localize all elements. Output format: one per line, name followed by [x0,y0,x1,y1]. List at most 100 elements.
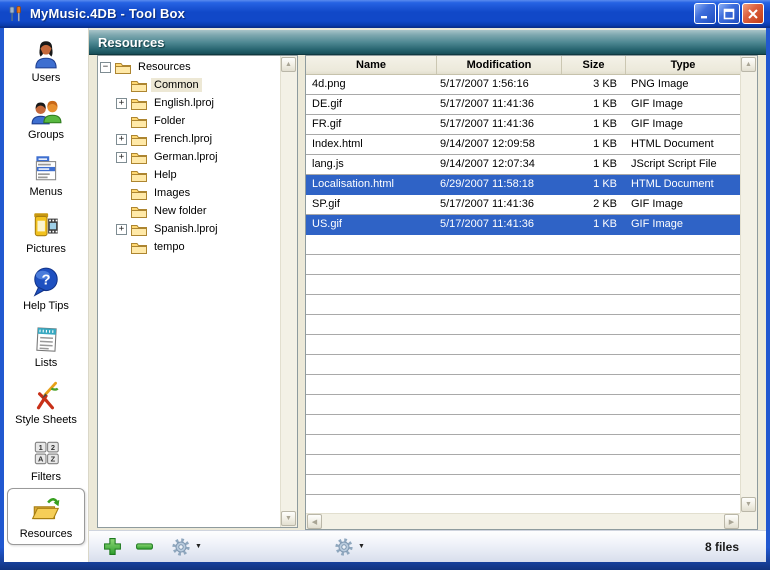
page-title: Resources [98,35,164,50]
tree-item-images[interactable]: Images [98,184,280,202]
table-row[interactable]: 4d.png5/17/2007 1:56:163 KBPNG Image [306,75,740,95]
tree-item-label[interactable]: Help [151,168,180,182]
tree-item-label[interactable]: Images [151,186,193,200]
tree-item-label[interactable]: French.lproj [151,132,215,146]
titlebar[interactable]: MyMusic.4DB - Tool Box [0,0,770,28]
table-row-selected[interactable]: Localisation.html6/29/2007 11:58:181 KBH… [306,175,740,195]
minus-icon [135,537,154,556]
tree-item-spanish-lproj[interactable]: + Spanish.lproj [98,220,280,238]
sidebar-item-label: Menus [29,186,62,198]
expand-plus-icon[interactable]: + [116,224,127,235]
table-row[interactable]: DE.gif5/17/2007 11:41:361 KBGIF Image [306,95,740,115]
sidebar-item-lists[interactable]: Lists [7,317,85,374]
expand-plus-icon[interactable]: + [116,152,127,163]
sidebar-item-groups[interactable]: Groups [7,89,85,146]
tree-item-tempo[interactable]: tempo [98,238,280,256]
close-button[interactable] [742,3,764,24]
tree-item-common[interactable]: Common [98,76,280,94]
content-area: Resources − Resources Common + Engl [89,28,766,562]
dropdown-arrow-icon: ▼ [195,543,202,550]
sidebar-item-menus[interactable]: Menus [7,146,85,203]
folder-tree-panel: − Resources Common + English.lproj [97,55,298,528]
tree-item-help[interactable]: Help [98,166,280,184]
folder-icon [131,205,147,218]
close-icon [747,8,759,20]
tree-vertical-scrollbar[interactable]: ▲ ▼ [280,56,297,527]
column-header-name[interactable]: Name [306,56,437,74]
file-list: 4d.png5/17/2007 1:56:163 KBPNG Image DE.… [306,75,740,513]
sidebar-item-resources[interactable]: Resources [7,488,85,545]
toolbox-app-icon [7,5,25,23]
tree-item-new-folder[interactable]: New folder [98,202,280,220]
folder-icon [131,223,147,236]
svg-text:1: 1 [39,442,43,451]
tree-actions-menu-button[interactable]: ▼ [171,537,202,557]
scroll-right-icon[interactable]: ▶ [724,514,739,529]
column-header-modification[interactable]: Modification [437,56,562,74]
folder-icon [131,133,147,146]
scroll-down-icon[interactable]: ▼ [281,511,296,526]
folder-icon [131,97,147,110]
file-list-panel: Name Modification Size Type 4d.png5/17/2… [305,55,758,530]
bottom-toolbar: ▼ ▼ 8 files [89,530,766,562]
table-row[interactable]: Index.html9/14/2007 12:09:581 KBHTML Doc… [306,135,740,155]
folder-tree: − Resources Common + English.lproj [98,58,280,527]
sidebar-item-label: Resources [20,528,73,540]
table-header: Name Modification Size Type [306,56,740,75]
collapse-minus-icon[interactable]: − [100,62,111,73]
expand-plus-icon[interactable]: + [116,134,127,145]
column-header-type[interactable]: Type [626,56,740,74]
table-row-selected[interactable]: US.gif5/17/2007 11:41:361 KBGIF Image [306,215,740,235]
folder-icon [115,61,131,74]
sidebar-item-style-sheets[interactable]: Style Sheets [7,374,85,431]
tree-item-label[interactable]: German.lproj [151,150,221,164]
sidebar-item-label: Users [32,72,61,84]
tree-item-german-lproj[interactable]: + German.lproj [98,148,280,166]
minimize-button[interactable] [694,3,716,24]
scroll-up-icon[interactable]: ▲ [281,57,296,72]
sidebar-item-label: Pictures [26,243,66,255]
users-icon [30,38,62,70]
table-row[interactable]: lang.js9/14/2007 12:07:341 KBJScript Scr… [306,155,740,175]
sidebar-item-label: Help Tips [23,300,69,312]
sidebar-item-users[interactable]: Users [7,32,85,89]
lists-icon [30,323,62,355]
list-actions-menu-button[interactable]: ▼ [334,537,365,557]
sidebar-item-pictures[interactable]: Pictures [7,203,85,260]
app-window: MyMusic.4DB - Tool Box Users [0,0,770,570]
svg-text:A: A [38,454,44,463]
tree-item-label[interactable]: Spanish.lproj [151,222,221,236]
menus-icon [30,152,62,184]
table-row[interactable]: FR.gif5/17/2007 11:41:361 KBGIF Image [306,115,740,135]
sidebar-item-help-tips[interactable]: ? Help Tips [7,260,85,317]
add-button[interactable] [103,537,122,556]
scroll-up-icon[interactable]: ▲ [741,57,756,72]
table-horizontal-scrollbar[interactable]: ◀ ▶ [306,513,740,529]
tree-item-resources[interactable]: − Resources [98,58,280,76]
table-vertical-scrollbar[interactable]: ▲ ▼ [740,56,757,513]
column-header-size[interactable]: Size [562,56,626,74]
groups-icon [30,95,62,127]
expand-plus-icon[interactable]: + [116,98,127,109]
tree-item-label[interactable]: Common [151,78,202,92]
tree-item-label[interactable]: English.lproj [151,96,217,110]
maximize-button[interactable] [718,3,740,24]
scroll-down-icon[interactable]: ▼ [741,497,756,512]
folder-icon [131,187,147,200]
tree-item-label[interactable]: New folder [151,204,210,218]
dropdown-arrow-icon: ▼ [358,543,365,550]
tree-item-label[interactable]: Resources [135,60,194,74]
table-row[interactable]: SP.gif5/17/2007 11:41:362 KBGIF Image [306,195,740,215]
tree-item-folder[interactable]: Folder [98,112,280,130]
sidebar-item-filters[interactable]: 1 2 A Z Filters [7,431,85,488]
folder-icon [131,151,147,164]
scroll-left-icon[interactable]: ◀ [307,514,322,529]
tree-item-label[interactable]: tempo [151,240,188,254]
remove-button[interactable] [135,537,154,556]
tree-item-french-lproj[interactable]: + French.lproj [98,130,280,148]
window-title: MyMusic.4DB - Tool Box [30,6,185,21]
tree-item-label[interactable]: Folder [151,114,188,128]
tree-item-english-lproj[interactable]: + English.lproj [98,94,280,112]
scrollbar-corner [740,513,757,529]
filters-icon: 1 2 A Z [30,437,62,469]
